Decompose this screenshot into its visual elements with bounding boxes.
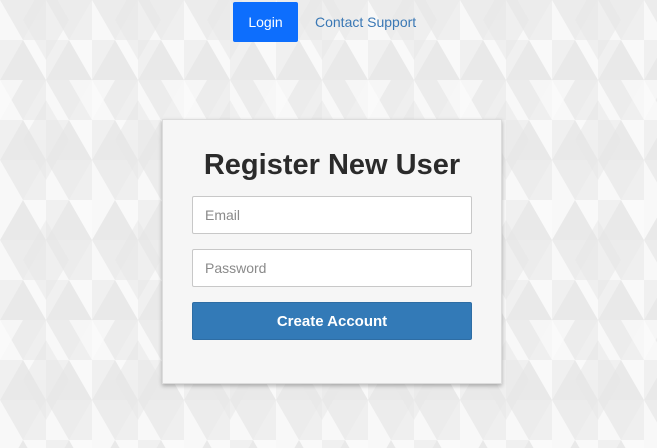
create-account-button[interactable]: Create Account [192, 302, 472, 340]
top-nav: Login Contact Support [0, 0, 657, 44]
register-card: Register New User Create Account [162, 119, 502, 384]
contact-support-link[interactable]: Contact Support [315, 2, 416, 42]
password-field[interactable] [192, 249, 472, 287]
login-button[interactable]: Login [233, 2, 298, 42]
page-title: Register New User [203, 149, 461, 181]
email-field[interactable] [192, 196, 472, 234]
